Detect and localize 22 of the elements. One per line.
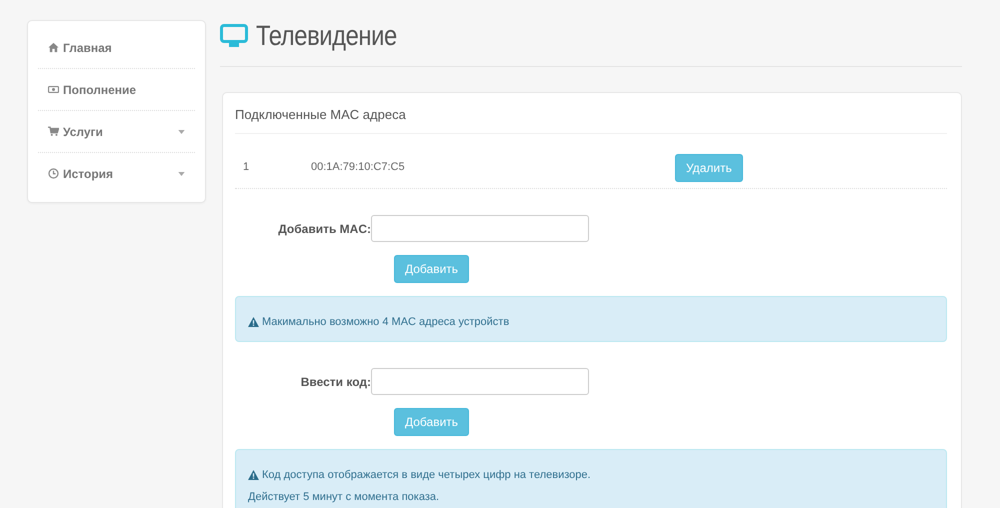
warning-icon bbox=[248, 317, 259, 327]
field-label: Добавить MAC: bbox=[277, 222, 372, 236]
warning-icon bbox=[248, 470, 259, 480]
panel-heading: Подключенные MAC адреса bbox=[235, 93, 947, 134]
sidebar-item[interactable]: Главная bbox=[38, 27, 195, 69]
alert-text: Макимально возможно 4 MAC адреса устройств bbox=[262, 316, 510, 328]
row-number: 1 bbox=[243, 161, 250, 173]
page-title: Телевидение bbox=[256, 20, 397, 52]
input-field[interactable] bbox=[371, 368, 589, 395]
mac-address: 00:1A:79:10:C7:C5 bbox=[311, 161, 406, 173]
field-label: Ввести код: bbox=[300, 374, 372, 388]
sidebar-item[interactable]: Пополнение bbox=[38, 69, 195, 111]
home-icon bbox=[48, 42, 59, 53]
sidebar-item[interactable]: Услуги bbox=[38, 111, 195, 153]
alert-text: Код доступа отображается в виде четырех цифр на телевизоре. bbox=[262, 469, 591, 481]
alert-text: Действует 5 минут с момента показа. bbox=[248, 491, 440, 503]
clock-icon bbox=[48, 168, 59, 179]
cart-icon bbox=[48, 126, 59, 137]
monitor-icon bbox=[220, 24, 248, 48]
input-field[interactable] bbox=[371, 215, 589, 242]
sidebar-item[interactable]: История bbox=[38, 153, 195, 194]
banknote-icon bbox=[48, 84, 59, 95]
